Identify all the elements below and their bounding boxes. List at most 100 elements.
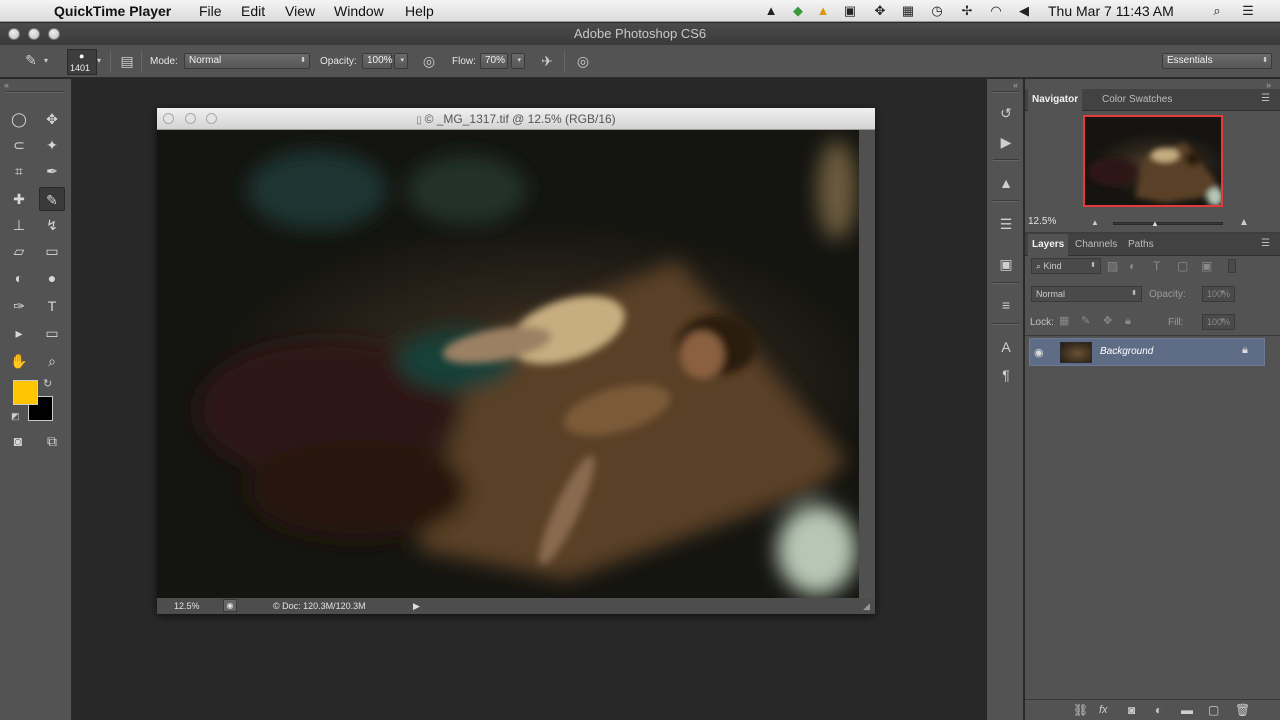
lock-image-icon[interactable]: ✎ [1081, 312, 1090, 330]
screen-mode-icon[interactable]: ⧉ [39, 429, 65, 453]
menu-app-name[interactable]: QuickTime Player [54, 3, 171, 19]
adjustments-panel-icon[interactable]: ☰ [996, 214, 1016, 234]
vertical-scrollbar[interactable] [859, 130, 875, 598]
opacity-input[interactable]: 100% [362, 53, 393, 69]
character-panel-icon[interactable]: A [996, 337, 1016, 357]
pen-tool-icon[interactable]: ✑ [6, 294, 32, 318]
volume-icon[interactable]: ◀ [1016, 3, 1032, 19]
status-export-icon[interactable]: ◉ [223, 599, 237, 612]
rectangle-tool-icon[interactable]: ▭ [39, 321, 65, 345]
new-layer-icon[interactable]: ▢ [1208, 701, 1219, 719]
properties-panel-icon[interactable]: ▣ [996, 254, 1016, 274]
crop-tool-icon[interactable]: ⌗ [6, 159, 32, 183]
navigator-zoom-slider[interactable] [1113, 222, 1223, 225]
tab-channels[interactable]: Channels [1071, 234, 1121, 256]
filter-toggle-switch[interactable] [1228, 259, 1236, 273]
brush-tool-icon[interactable]: ✎ [39, 187, 65, 211]
filter-adjustment-icon[interactable]: ◐ [1129, 257, 1136, 275]
time-machine-icon[interactable]: ◷ [929, 3, 945, 19]
trash-icon[interactable]: 🗑︎ [1235, 701, 1250, 719]
menu-help[interactable]: Help [405, 3, 434, 19]
pressure-size-icon[interactable]: ◎ [572, 52, 594, 70]
eraser-tool-icon[interactable]: ▱ [6, 239, 32, 263]
navigator-thumbnail[interactable] [1083, 115, 1223, 207]
chevron-down-icon[interactable]: ▾ [97, 52, 101, 70]
notification-center-icon[interactable]: ☰ [1240, 3, 1256, 19]
menu-clock[interactable]: Thu Mar 7 11:43 AM [1048, 3, 1174, 19]
mode-select[interactable]: Normal ⬍ [184, 53, 310, 69]
align-panel-icon[interactable]: ≡ [996, 295, 1016, 315]
brush-size-picker[interactable]: ● 1401 [67, 49, 97, 75]
evernote-icon[interactable]: ◆ [790, 3, 806, 19]
filter-type-icon[interactable]: T [1153, 257, 1160, 275]
layer-row[interactable]: ◉ Background 🔒︎ [1029, 338, 1265, 366]
healing-brush-tool-icon[interactable]: ✚ [6, 187, 32, 211]
adjustment-layer-icon[interactable]: ◐ [1155, 701, 1162, 719]
clone-stamp-tool-icon[interactable]: ⊥ [6, 213, 32, 237]
spotlight-icon[interactable]: ⌕ [1209, 3, 1225, 19]
default-colors-icon[interactable]: ◩ [11, 411, 20, 422]
pressure-opacity-icon[interactable]: ◎ [418, 52, 440, 70]
brush-tool-preset-icon[interactable]: ✎ [20, 51, 42, 69]
hand-tool-icon[interactable]: ✋ [6, 349, 32, 373]
lock-all-icon[interactable]: 🔒︎ [1125, 312, 1131, 330]
menu-file[interactable]: File [199, 3, 222, 19]
opacity-dropdown-button[interactable]: ▾ [394, 53, 408, 69]
lock-position-icon[interactable]: ✥ [1103, 312, 1112, 330]
menu-view[interactable]: View [285, 3, 315, 19]
tab-layers[interactable]: Layers [1028, 234, 1069, 256]
document-canvas[interactable] [157, 130, 859, 598]
vlc-icon[interactable]: ▲ [815, 3, 831, 19]
dropbox-icon[interactable]: ✥ [872, 3, 888, 19]
window-minimize-button[interactable] [28, 28, 40, 40]
collapse-dock-icon[interactable]: « [1013, 80, 1018, 90]
menu-window[interactable]: Window [334, 3, 384, 19]
foreground-color-swatch[interactable] [13, 380, 38, 405]
bluetooth-icon[interactable]: ✢ [959, 3, 975, 19]
airbrush-icon[interactable]: ✈ [536, 52, 558, 70]
move-tool-icon[interactable]: ✥ [39, 107, 65, 131]
filter-smart-object-icon[interactable]: ▣ [1201, 257, 1212, 275]
dock-grip[interactable] [993, 91, 1019, 93]
filter-shape-icon[interactable]: ▢ [1177, 257, 1188, 275]
paragraph-panel-icon[interactable]: ¶ [996, 365, 1016, 385]
chevron-down-icon[interactable]: ▾ [1221, 288, 1225, 296]
window-icon[interactable]: ▣ [842, 3, 858, 19]
panel-menu-icon[interactable]: ☰ [1261, 93, 1270, 104]
marquee-tool-icon[interactable]: ◯ [6, 107, 32, 131]
zoom-in-mountain-icon[interactable]: ▲ [1239, 217, 1249, 228]
status-menu-arrow-icon[interactable]: ▶ [413, 598, 420, 614]
window-zoom-button[interactable] [48, 28, 60, 40]
flow-dropdown-button[interactable]: ▾ [511, 53, 525, 69]
layer-name[interactable]: Background [1100, 346, 1153, 357]
link-layers-icon[interactable]: ⛓ [1073, 701, 1088, 719]
collapse-toolbar-icon[interactable]: « [4, 80, 9, 90]
add-mask-icon[interactable]: ◙ [1128, 701, 1135, 719]
quick-mask-icon[interactable]: ◙ [5, 429, 31, 453]
tab-swatches[interactable]: Swatches [1125, 89, 1176, 111]
zoom-slider-handle[interactable]: ▲ [1151, 219, 1159, 228]
doc-zoom-button[interactable] [206, 113, 217, 124]
tab-navigator[interactable]: Navigator [1028, 89, 1083, 111]
actions-panel-icon[interactable]: ▶ [996, 132, 1016, 152]
zoom-tool-icon[interactable]: ⌕ [39, 349, 65, 373]
chevron-down-icon[interactable]: ▾ [1221, 316, 1225, 324]
blur-tool-icon[interactable]: ◐ [6, 266, 32, 290]
layer-blend-mode-select[interactable]: Normal ⬍ [1031, 286, 1142, 302]
swap-colors-icon[interactable]: ↻ [43, 377, 52, 390]
chevron-down-icon[interactable]: ▾ [44, 52, 48, 70]
filter-pixel-icon[interactable]: ▨ [1107, 257, 1118, 275]
display-icon[interactable]: ▦ [900, 3, 916, 19]
layer-filter-kind-select[interactable]: ⌕ Kind ⬍ [1031, 258, 1101, 274]
menu-edit[interactable]: Edit [241, 3, 265, 19]
eyedropper-tool-icon[interactable]: ✒ [39, 159, 65, 183]
window-close-button[interactable] [8, 28, 20, 40]
type-tool-icon[interactable]: T [39, 294, 65, 318]
path-selection-tool-icon[interactable]: ▸ [6, 321, 32, 345]
toolbar-grip[interactable] [6, 91, 64, 93]
wifi-icon[interactable]: ◠ [988, 3, 1004, 19]
brush-panel-toggle-icon[interactable]: ▤ [116, 52, 138, 70]
lock-transparent-icon[interactable]: ▦ [1059, 312, 1069, 330]
doc-close-button[interactable] [163, 113, 174, 124]
magic-wand-tool-icon[interactable]: ✦ [39, 133, 65, 157]
